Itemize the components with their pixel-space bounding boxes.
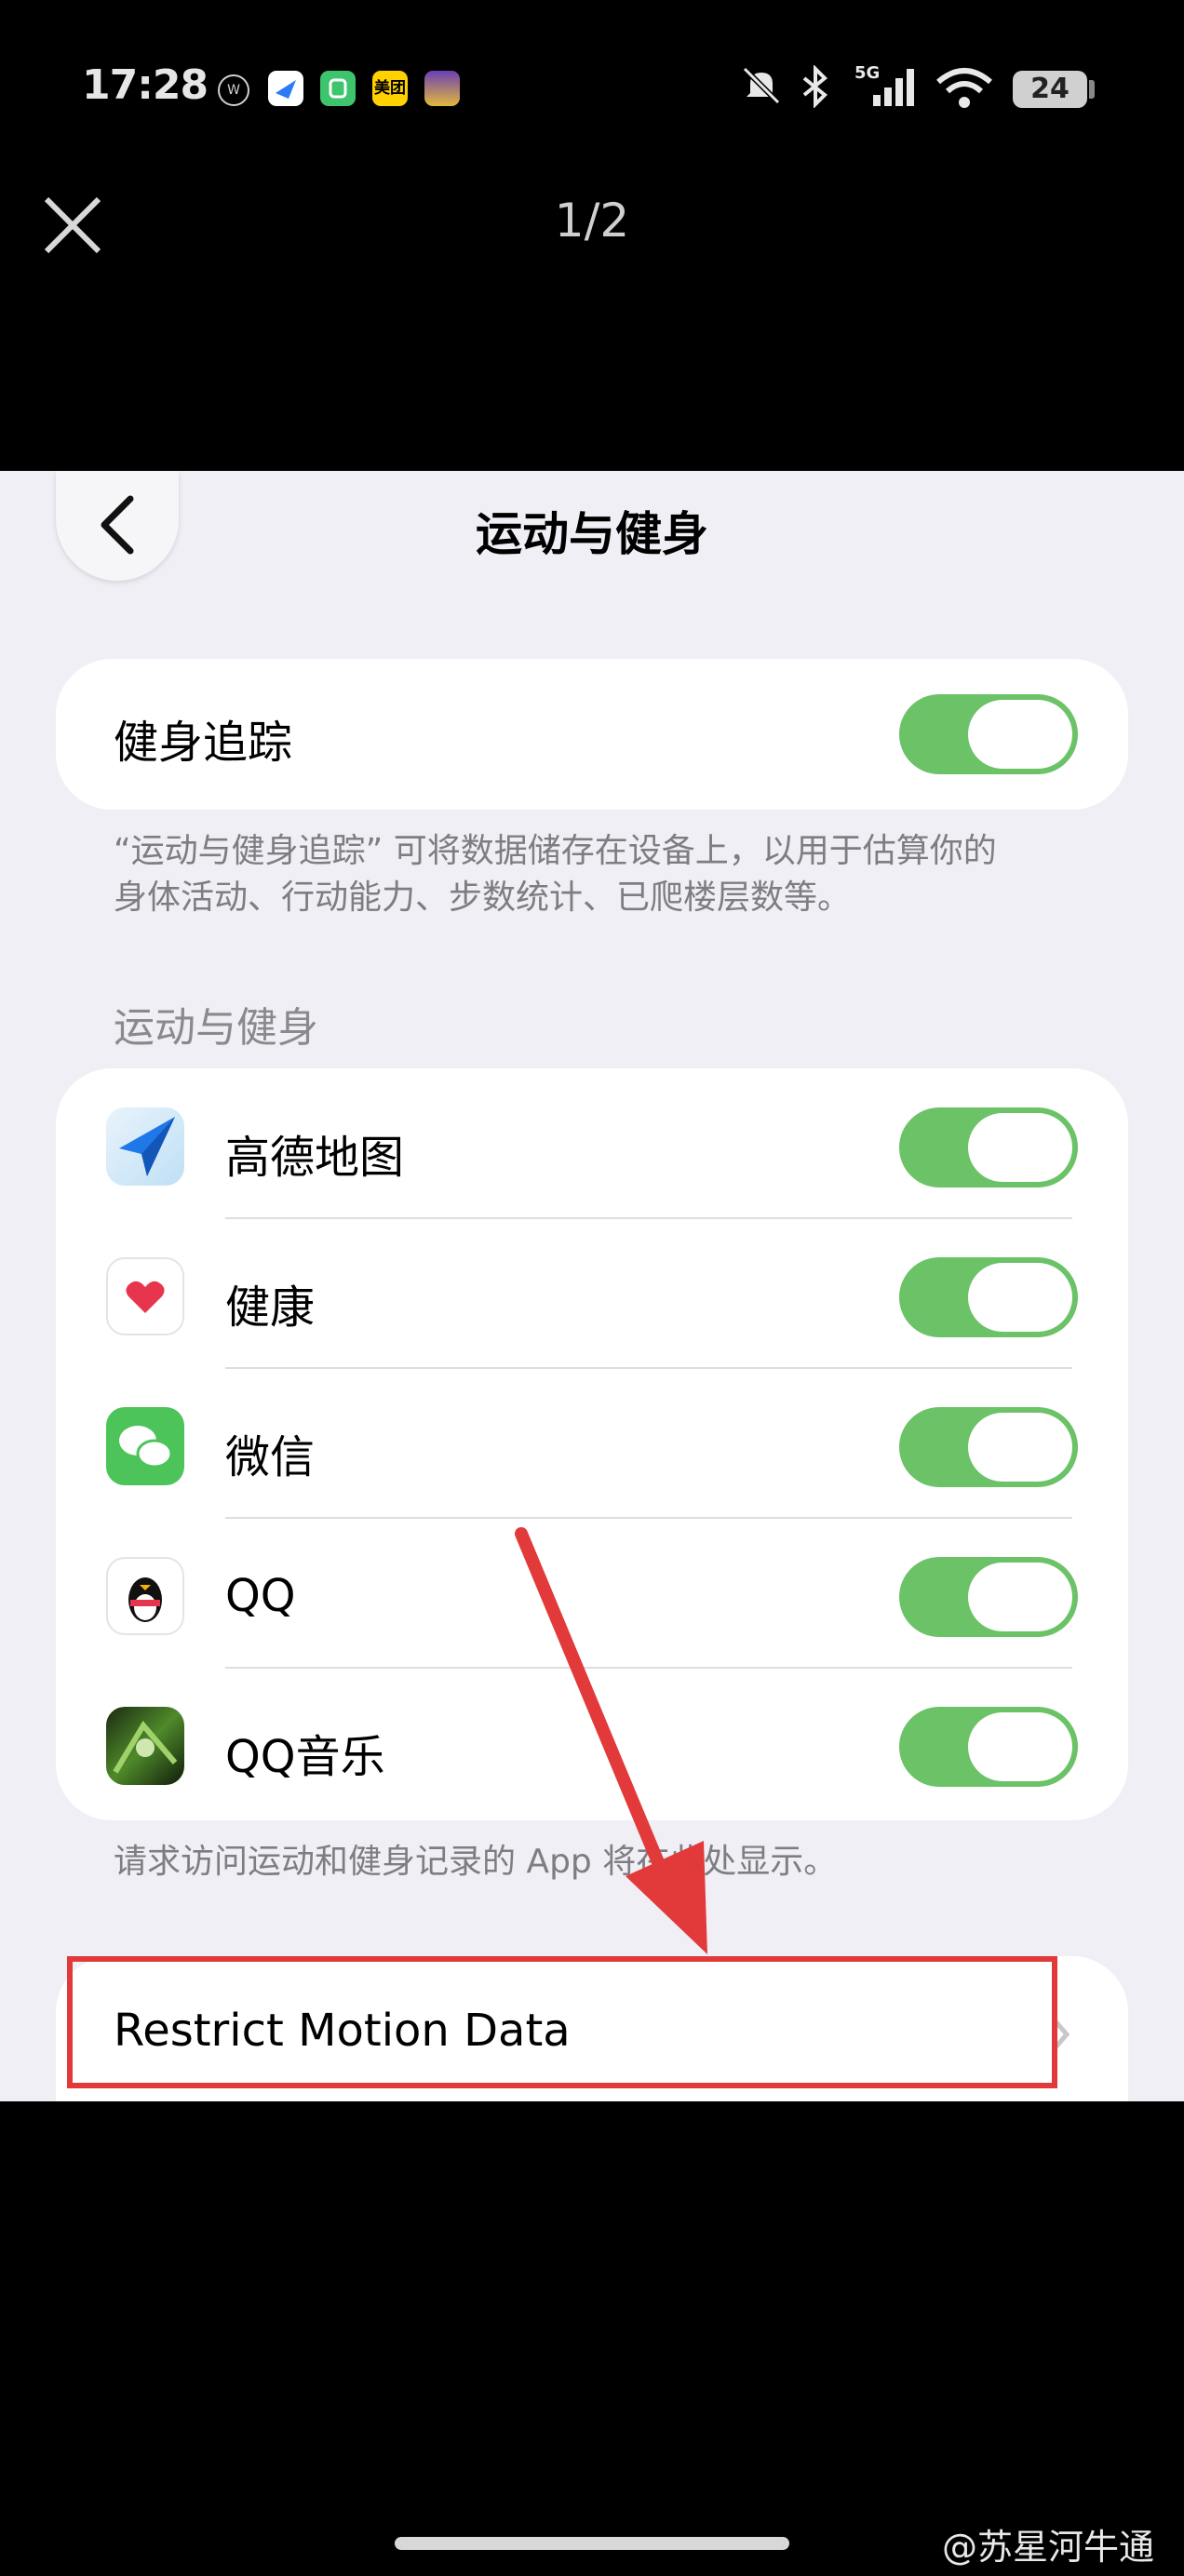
watermark: @苏星河牛通 xyxy=(942,2527,1155,2568)
home-indicator[interactable] xyxy=(395,2537,789,2550)
annotation-arrow-icon xyxy=(515,1527,707,1954)
